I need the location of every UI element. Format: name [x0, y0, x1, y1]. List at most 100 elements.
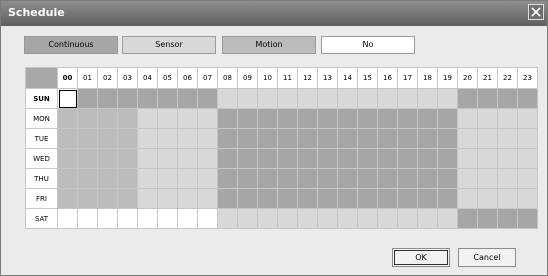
hour-header[interactable]: 08: [217, 67, 238, 89]
hour-header[interactable]: 11: [277, 67, 298, 89]
schedule-cell[interactable]: [257, 108, 278, 129]
schedule-cell[interactable]: [157, 128, 178, 149]
schedule-cell[interactable]: [417, 168, 438, 189]
schedule-cell[interactable]: [517, 108, 538, 129]
hour-header[interactable]: 20: [457, 67, 478, 89]
schedule-cell[interactable]: [437, 128, 458, 149]
schedule-cell[interactable]: [477, 188, 498, 209]
schedule-cell[interactable]: [477, 168, 498, 189]
schedule-cell[interactable]: [137, 168, 158, 189]
hour-header[interactable]: 23: [517, 67, 538, 89]
schedule-cell[interactable]: [417, 88, 438, 109]
schedule-cell[interactable]: [477, 128, 498, 149]
schedule-cell[interactable]: [177, 168, 198, 189]
schedule-cell[interactable]: [137, 148, 158, 169]
schedule-cell[interactable]: [77, 108, 98, 129]
schedule-cell[interactable]: [137, 108, 158, 129]
legend-no-button[interactable]: No: [321, 36, 415, 54]
schedule-cell[interactable]: [277, 148, 298, 169]
schedule-cell[interactable]: [57, 128, 78, 149]
schedule-cell[interactable]: [517, 208, 538, 229]
schedule-cell[interactable]: [477, 148, 498, 169]
hour-header[interactable]: 07: [197, 67, 218, 89]
schedule-cell[interactable]: [257, 128, 278, 149]
schedule-cell[interactable]: [397, 208, 418, 229]
hour-header[interactable]: 12: [297, 67, 318, 89]
schedule-cell[interactable]: [517, 188, 538, 209]
schedule-cell[interactable]: [397, 168, 418, 189]
schedule-cell[interactable]: [517, 88, 538, 109]
schedule-cell[interactable]: [157, 208, 178, 229]
schedule-cell[interactable]: [497, 108, 518, 129]
schedule-cell[interactable]: [477, 208, 498, 229]
schedule-cell[interactable]: [517, 128, 538, 149]
schedule-cell[interactable]: [77, 188, 98, 209]
schedule-cell[interactable]: [217, 88, 238, 109]
hour-header[interactable]: 03: [117, 67, 138, 89]
schedule-cell[interactable]: [297, 208, 318, 229]
schedule-cell[interactable]: [177, 128, 198, 149]
schedule-cell[interactable]: [357, 208, 378, 229]
schedule-cell[interactable]: [397, 128, 418, 149]
schedule-cell[interactable]: [237, 128, 258, 149]
schedule-cell[interactable]: [157, 108, 178, 129]
schedule-cell[interactable]: [177, 208, 198, 229]
schedule-cell[interactable]: [357, 188, 378, 209]
schedule-cell[interactable]: [397, 148, 418, 169]
schedule-cell[interactable]: [217, 208, 238, 229]
schedule-cell[interactable]: [77, 128, 98, 149]
schedule-cell[interactable]: [357, 168, 378, 189]
schedule-cell[interactable]: [97, 88, 118, 109]
schedule-cell[interactable]: [437, 148, 458, 169]
schedule-cell[interactable]: [197, 148, 218, 169]
schedule-cell[interactable]: [197, 108, 218, 129]
hour-header[interactable]: 01: [77, 67, 98, 89]
schedule-cell[interactable]: [377, 108, 398, 129]
schedule-cell[interactable]: [217, 148, 238, 169]
schedule-cell[interactable]: [157, 148, 178, 169]
schedule-cell[interactable]: [177, 148, 198, 169]
schedule-cell[interactable]: [217, 128, 238, 149]
day-header[interactable]: FRI: [25, 188, 58, 209]
schedule-cell[interactable]: [317, 188, 338, 209]
schedule-cell[interactable]: [437, 188, 458, 209]
schedule-cell[interactable]: [297, 168, 318, 189]
schedule-cell[interactable]: [97, 188, 118, 209]
schedule-cell[interactable]: [317, 148, 338, 169]
schedule-cell[interactable]: [57, 148, 78, 169]
schedule-cell[interactable]: [117, 108, 138, 129]
schedule-cell[interactable]: [257, 188, 278, 209]
schedule-cell[interactable]: [297, 108, 318, 129]
schedule-cell[interactable]: [437, 88, 458, 109]
schedule-cell[interactable]: [277, 188, 298, 209]
schedule-cell[interactable]: [377, 128, 398, 149]
schedule-cell[interactable]: [277, 168, 298, 189]
schedule-cell[interactable]: [337, 148, 358, 169]
schedule-cell[interactable]: [117, 208, 138, 229]
schedule-cell[interactable]: [177, 88, 198, 109]
schedule-cell[interactable]: [117, 128, 138, 149]
schedule-cell[interactable]: [77, 148, 98, 169]
hour-header[interactable]: 13: [317, 67, 338, 89]
day-header[interactable]: MON: [25, 108, 58, 129]
schedule-cell[interactable]: [97, 128, 118, 149]
schedule-cell[interactable]: [457, 128, 478, 149]
schedule-cell[interactable]: [77, 88, 98, 109]
schedule-cell[interactable]: [297, 148, 318, 169]
legend-sensor-button[interactable]: Sensor: [122, 36, 216, 54]
schedule-cell[interactable]: [377, 168, 398, 189]
schedule-cell[interactable]: [277, 208, 298, 229]
schedule-cell[interactable]: [277, 88, 298, 109]
close-button[interactable]: [528, 4, 544, 20]
schedule-cell[interactable]: [377, 208, 398, 229]
hour-header[interactable]: 18: [417, 67, 438, 89]
schedule-cell[interactable]: [297, 188, 318, 209]
schedule-cell[interactable]: [57, 88, 78, 109]
schedule-cell[interactable]: [377, 148, 398, 169]
schedule-cell[interactable]: [57, 208, 78, 229]
hour-header[interactable]: 09: [237, 67, 258, 89]
schedule-cell[interactable]: [337, 128, 358, 149]
schedule-cell[interactable]: [137, 188, 158, 209]
schedule-cell[interactable]: [157, 188, 178, 209]
schedule-cell[interactable]: [397, 188, 418, 209]
